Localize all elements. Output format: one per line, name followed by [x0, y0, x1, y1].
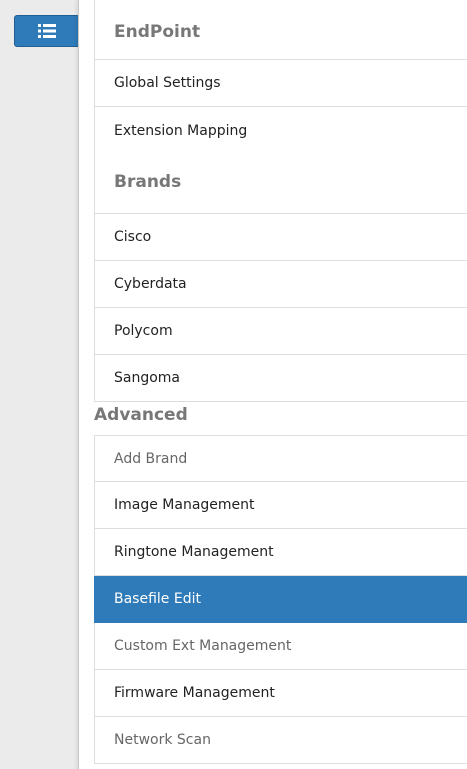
- menu-item-ringtone-management[interactable]: Ringtone Management: [94, 529, 467, 576]
- menu-item-extension-mapping[interactable]: Extension Mapping: [94, 107, 467, 154]
- menu-toggle-button[interactable]: [14, 15, 80, 47]
- menu-item-basefile-edit[interactable]: Basefile Edit: [94, 576, 467, 623]
- menu-item-add-brand[interactable]: Add Brand: [94, 435, 467, 482]
- section-header-endpoint: EndPoint: [94, 0, 467, 60]
- list-icon: [38, 24, 56, 38]
- menu-item-sangoma[interactable]: Sangoma: [94, 355, 467, 402]
- section-header-brands: Brands: [94, 154, 467, 214]
- menu-item-cyberdata[interactable]: Cyberdata: [94, 261, 467, 308]
- menu-item-custom-ext-management[interactable]: Custom Ext Management: [94, 623, 467, 670]
- endpoint-menu: EndPoint Global Settings Extension Mappi…: [94, 0, 467, 764]
- endpoint-menu-screen: EndPoint Global Settings Extension Mappi…: [0, 0, 467, 769]
- menu-item-image-management[interactable]: Image Management: [94, 482, 467, 529]
- menu-item-firmware-management[interactable]: Firmware Management: [94, 670, 467, 717]
- menu-item-global-settings[interactable]: Global Settings: [94, 60, 467, 107]
- menu-item-network-scan[interactable]: Network Scan: [94, 717, 467, 764]
- section-header-advanced: Advanced: [94, 402, 467, 435]
- menu-item-cisco[interactable]: Cisco: [94, 214, 467, 261]
- menu-item-polycom[interactable]: Polycom: [94, 308, 467, 355]
